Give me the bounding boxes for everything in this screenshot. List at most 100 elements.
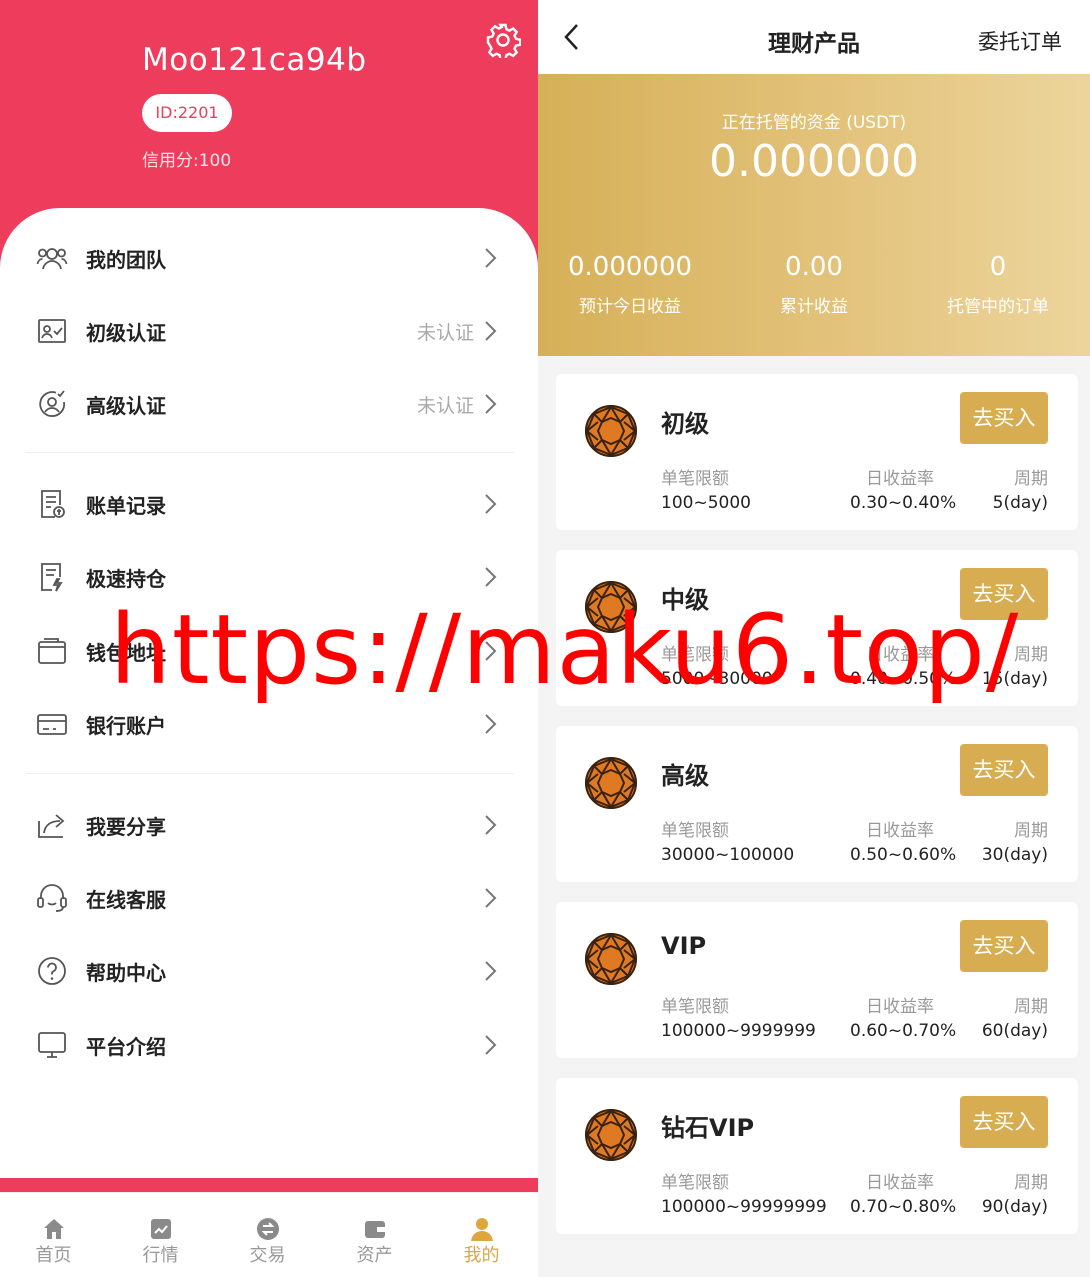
menu-item-label: 我要分享 xyxy=(86,814,166,839)
share-icon xyxy=(38,814,65,838)
menu-item-team[interactable]: 我的团队 xyxy=(0,228,538,288)
team-icon xyxy=(36,248,68,270)
stat-value: 0 xyxy=(989,252,1007,282)
menu-item-bill-records[interactable]: 账单记录 xyxy=(0,474,538,534)
limit-value: 100000~9999999 xyxy=(661,1021,816,1041)
chevron-right-icon xyxy=(485,1035,497,1055)
tab-label: 首页 xyxy=(35,1245,72,1266)
tab-market[interactable]: 行情 xyxy=(107,1193,214,1277)
tab-label: 交易 xyxy=(249,1245,286,1266)
chevron-right-icon xyxy=(485,641,497,661)
limit-column: 单笔限额 100~5000 xyxy=(661,464,751,513)
menu-item-label: 账单记录 xyxy=(86,493,166,518)
menu-item-wallet-address[interactable]: 钱包地址 xyxy=(0,621,538,681)
entrusted-orders-link[interactable]: 委托订单 xyxy=(978,26,1062,56)
menu-item-online-service[interactable]: 在线客服 xyxy=(0,868,538,928)
flash-document-icon xyxy=(41,563,63,592)
limit-label: 单笔限额 xyxy=(661,1173,729,1193)
wallet-icon xyxy=(38,638,66,664)
rate-value: 0.40~0.50% xyxy=(850,669,957,689)
tab-label: 行情 xyxy=(142,1245,179,1266)
period-value: 30(day) xyxy=(981,845,1048,865)
tabbar-top-strip xyxy=(0,1178,538,1192)
buy-button[interactable]: 去买入 xyxy=(960,568,1048,620)
menu-divider xyxy=(26,773,514,774)
product-card: 中级 去买入 单笔限额 5000~30000 日收益率 0.40~0.50% 周… xyxy=(556,550,1078,706)
menu-item-advanced-verification[interactable]: 高级认证 未认证 xyxy=(0,374,538,434)
limit-value: 100~5000 xyxy=(661,493,751,513)
profile-screen: Moo121ca94b ID:2201 信用分:100 我的团队 初级认证 未认… xyxy=(0,0,538,1277)
rate-label: 日收益率 xyxy=(866,821,934,841)
rate-value: 0.30~0.40% xyxy=(850,493,957,513)
rate-label: 日收益率 xyxy=(866,1173,934,1193)
limit-label: 单笔限额 xyxy=(661,997,729,1017)
limit-label: 单笔限额 xyxy=(661,469,729,489)
period-column: 周期 15(day) xyxy=(982,640,1048,689)
monitor-icon xyxy=(38,1032,66,1058)
wallet-icon xyxy=(365,1221,385,1238)
limit-label: 单笔限额 xyxy=(661,821,729,841)
rate-value: 0.60~0.70% xyxy=(850,1021,957,1041)
gear-icon[interactable] xyxy=(485,22,521,58)
menu-item-label: 我的团队 xyxy=(86,247,166,272)
menu-item-status: 未认证 xyxy=(416,321,474,344)
limit-value: 5000~30000 xyxy=(661,669,773,689)
gem-icon xyxy=(585,581,637,633)
chevron-right-icon xyxy=(485,321,497,341)
period-column: 周期 5(day) xyxy=(993,464,1048,513)
menu-item-platform-intro[interactable]: 平台介绍 xyxy=(0,1015,538,1075)
period-label: 周期 xyxy=(1014,469,1048,489)
stat-label: 累计收益 xyxy=(780,297,848,317)
home-icon xyxy=(44,1219,64,1239)
rate-value: 0.50~0.60% xyxy=(850,845,957,865)
buy-button[interactable]: 去买入 xyxy=(960,392,1048,444)
limit-value: 100000~99999999 xyxy=(661,1197,827,1217)
finance-screen: 理财产品 委托订单 正在托管的资金 (USDT) 0.000000 0.0000… xyxy=(538,0,1090,1277)
period-label: 周期 xyxy=(1014,821,1048,841)
tab-assets[interactable]: 资产 xyxy=(321,1193,428,1277)
menu-item-share[interactable]: 我要分享 xyxy=(0,795,538,855)
gem-icon xyxy=(585,405,637,457)
rate-value: 0.70~0.80% xyxy=(850,1197,957,1217)
menu-item-basic-verification[interactable]: 初级认证 未认证 xyxy=(0,301,538,361)
gem-icon xyxy=(585,933,637,985)
username: Moo121ca94b xyxy=(142,42,367,78)
tab-mine[interactable]: 我的 xyxy=(428,1193,535,1277)
chevron-right-icon xyxy=(485,961,497,981)
finance-navbar: 理财产品 委托订单 xyxy=(538,0,1090,74)
limit-column: 单笔限额 100000~99999999 xyxy=(661,1168,827,1217)
period-label: 周期 xyxy=(1014,1173,1048,1193)
stat-total-earnings: 0.00 累计收益 xyxy=(722,252,906,317)
buy-button[interactable]: 去买入 xyxy=(960,920,1048,972)
buy-button[interactable]: 去买入 xyxy=(960,1096,1048,1148)
user-id-badge: ID:2201 xyxy=(142,94,232,132)
gem-icon xyxy=(585,757,637,809)
limit-column: 单笔限额 30000~100000 xyxy=(661,816,794,865)
tab-home[interactable]: 首页 xyxy=(0,1193,107,1277)
rate-label: 日收益率 xyxy=(866,645,934,665)
user-icon xyxy=(471,1218,493,1241)
menu-item-fast-position[interactable]: 极速持仓 xyxy=(0,547,538,607)
limit-label: 单笔限额 xyxy=(661,645,729,665)
limit-value: 30000~100000 xyxy=(661,845,795,865)
period-label: 周期 xyxy=(1014,645,1048,665)
menu-item-help-center[interactable]: 帮助中心 xyxy=(0,941,538,1001)
chevron-right-icon xyxy=(485,888,497,908)
limit-column: 单笔限额 100000~9999999 xyxy=(661,992,816,1041)
product-card: VIP 去买入 单笔限额 100000~9999999 日收益率 0.60~0.… xyxy=(556,902,1078,1058)
chart-icon xyxy=(151,1219,171,1239)
product-name: 钻石VIP xyxy=(661,1114,755,1142)
bill-icon xyxy=(41,490,65,518)
tab-trade[interactable]: 交易 xyxy=(214,1193,321,1277)
rate-column: 日收益率 0.30~0.40% xyxy=(850,464,957,513)
menu-item-label: 初级认证 xyxy=(86,320,166,345)
menu-item-bank-account[interactable]: 银行账户 xyxy=(0,694,538,754)
chevron-right-icon xyxy=(485,494,497,514)
product-name: VIP xyxy=(661,932,707,960)
menu-list: 我的团队 初级认证 未认证 高级认证 未认证 账单记录 极速持仓 钱包地址 银行… xyxy=(0,208,538,1178)
menu-item-label: 钱包地址 xyxy=(86,640,166,665)
period-column: 周期 60(day) xyxy=(982,992,1048,1041)
menu-item-label: 在线客服 xyxy=(86,887,166,912)
rate-label: 日收益率 xyxy=(866,997,934,1017)
buy-button[interactable]: 去买入 xyxy=(960,744,1048,796)
